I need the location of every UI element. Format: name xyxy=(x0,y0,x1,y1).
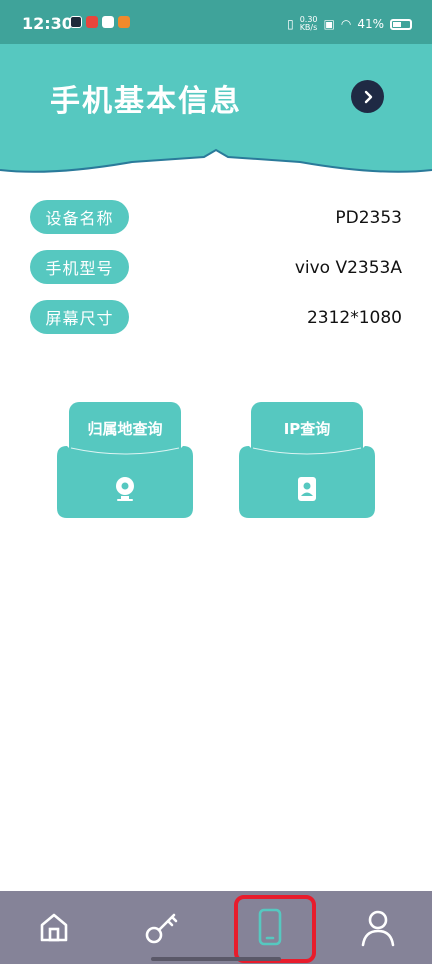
gesture-bar xyxy=(151,957,281,961)
app-notification-icon xyxy=(118,16,130,28)
status-time: 12:30 xyxy=(22,14,73,33)
network-speed: 0.30 KB/s xyxy=(299,15,318,32)
page-title: 手机基本信息 xyxy=(50,84,242,119)
battery-percent: 41% xyxy=(357,17,384,31)
play-notification-icon xyxy=(70,16,82,28)
info-value: PD2353 xyxy=(335,208,402,228)
info-label: 手机型号 xyxy=(30,250,129,284)
app-notification-icon xyxy=(102,16,114,28)
chevron-right-icon xyxy=(364,90,372,103)
home-icon xyxy=(40,913,68,942)
bottom-nav xyxy=(0,891,432,964)
location-pin-icon xyxy=(116,477,134,501)
nav-profile[interactable] xyxy=(358,907,398,947)
info-row-screen-size: 屏幕尺寸 2312*1080 xyxy=(30,300,402,334)
info-label: 设备名称 xyxy=(30,200,129,234)
header-next-button[interactable] xyxy=(351,80,384,113)
user-icon xyxy=(361,910,395,947)
battery-icon xyxy=(390,18,412,30)
card-label: IP查询 xyxy=(283,420,331,438)
id-card-icon xyxy=(298,477,316,501)
app-notification-icon xyxy=(86,16,98,28)
vibrate-icon: ▯ xyxy=(287,17,294,31)
info-row-model: 手机型号 vivo V2353A xyxy=(30,250,402,284)
location-query-card[interactable]: 归属地查询 xyxy=(57,402,193,518)
notification-icons xyxy=(70,16,130,32)
nav-key[interactable] xyxy=(142,907,182,947)
wifi-icon: ◠ xyxy=(340,17,352,31)
ip-query-card[interactable]: IP查询 xyxy=(239,402,375,518)
status-right: ▯ 0.30 KB/s ▣ ◠ 41% xyxy=(287,16,412,32)
status-bar: 12:30 ▯ 0.30 KB/s ▣ ◠ 41% xyxy=(0,0,432,44)
sim-icon: ▣ xyxy=(323,17,335,31)
selected-tab-highlight xyxy=(234,895,316,963)
info-row-device-name: 设备名称 PD2353 xyxy=(30,200,402,234)
nav-home[interactable] xyxy=(34,907,74,947)
info-label: 屏幕尺寸 xyxy=(30,300,129,334)
info-value: 2312*1080 xyxy=(306,308,402,328)
key-icon xyxy=(145,913,178,944)
info-value: vivo V2353A xyxy=(294,258,402,278)
card-label: 归属地查询 xyxy=(87,420,163,438)
